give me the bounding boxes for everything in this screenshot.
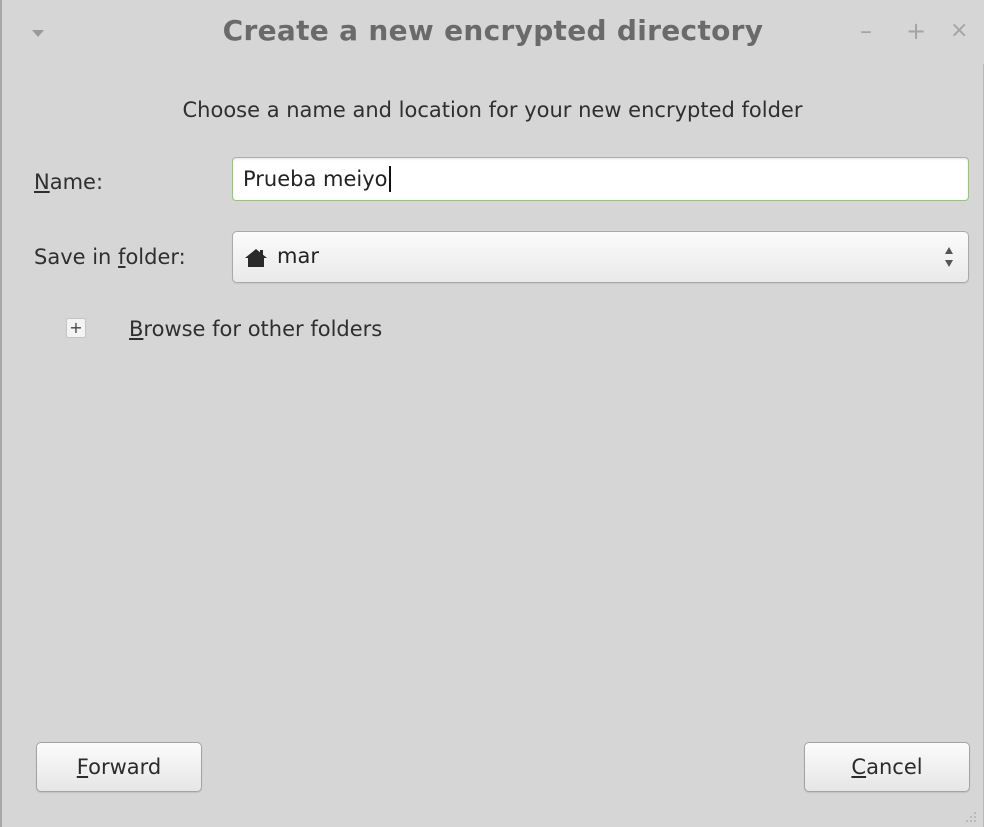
forward-mnemonic: F <box>76 755 89 779</box>
folder-select-value: mar <box>277 244 319 268</box>
browse-expander-button[interactable]: + <box>66 318 86 338</box>
dialog-window: Create a new encrypted directory – + × C… <box>0 0 984 827</box>
name-input-value: Prueba meiyo <box>243 167 388 191</box>
forward-label: orward <box>88 755 162 779</box>
save-in-folder-label: Save in folder: <box>34 245 186 269</box>
browse-label-mnemonic: B <box>129 317 144 341</box>
name-label-mnemonic: N <box>34 170 50 194</box>
home-icon <box>245 249 267 267</box>
maximize-button[interactable]: + <box>906 16 926 46</box>
text-cursor <box>388 166 391 192</box>
browse-label-text: rowse for other folders <box>143 317 383 341</box>
name-input[interactable]: Prueba meiyo <box>232 157 969 201</box>
name-label: Name: <box>34 170 103 194</box>
minimize-button[interactable]: – <box>860 16 872 46</box>
forward-button[interactable]: Forward <box>36 742 202 792</box>
save-in-folder-select[interactable]: mar <box>232 231 969 283</box>
up-down-arrows-icon <box>945 247 953 267</box>
resize-grip-icon[interactable] <box>965 811 977 823</box>
browse-other-folders-label[interactable]: Browse for other folders <box>129 317 382 341</box>
name-label-text: ame: <box>49 170 104 194</box>
dialog-subtitle: Choose a name and location for your new … <box>182 98 803 122</box>
title-bar[interactable]: Create a new encrypted directory – + × <box>2 0 984 64</box>
folder-label-prefix: Save in <box>34 245 119 269</box>
close-button[interactable]: × <box>950 16 968 46</box>
folder-label-text: older: <box>125 245 186 269</box>
cancel-mnemonic: C <box>851 755 867 779</box>
cancel-label: ancel <box>866 755 923 779</box>
cancel-button[interactable]: Cancel <box>804 742 970 792</box>
window-title: Create a new encrypted directory <box>222 14 764 47</box>
